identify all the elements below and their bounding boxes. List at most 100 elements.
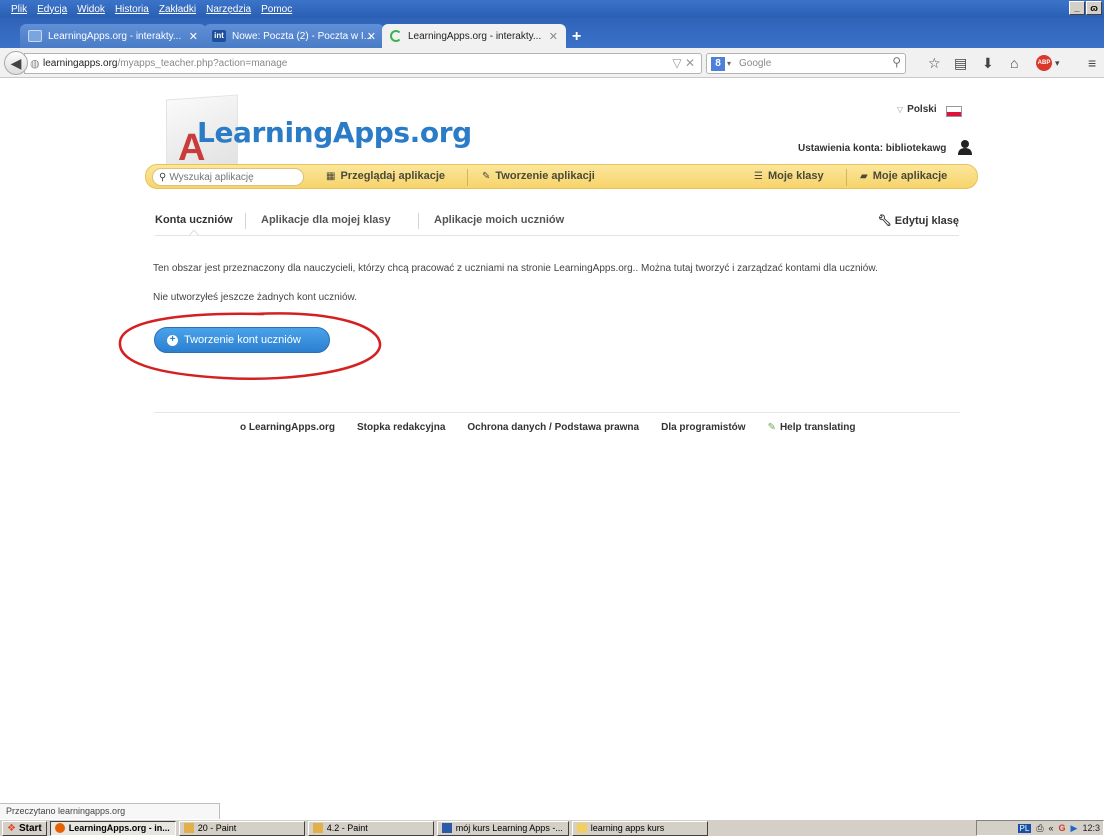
logo-text[interactable]: LearningApps.org — [197, 116, 472, 149]
footer-divider — [154, 412, 960, 413]
edit-class-link[interactable]: 🔧︎ Edytuj klasę — [878, 214, 959, 227]
restore-button[interactable]: ɷ — [1086, 1, 1102, 15]
subtab-student-accounts[interactable]: Konta uczniów — [155, 214, 233, 226]
back-button[interactable]: ◀ — [4, 51, 28, 75]
arrow-tray-icon[interactable]: ▶ — [1071, 823, 1078, 834]
home-icon[interactable]: ⌂ — [1010, 55, 1018, 71]
task-label: 4.2 - Paint — [326, 823, 368, 833]
app-search[interactable]: ⚲ — [152, 168, 304, 186]
footer-imprint-link[interactable]: Stopka redakcyjna — [357, 422, 445, 433]
adblock-icon[interactable]: ABP — [1036, 55, 1052, 71]
menu-history[interactable]: Historia — [110, 4, 154, 15]
taskbar-item-paint-42[interactable]: 4.2 - Paint — [307, 820, 434, 836]
tab-close-icon[interactable]: ✕ — [549, 30, 558, 43]
status-bar: Przeczytano learningapps.org — [0, 803, 220, 819]
back-arrow-icon: ◀ — [10, 55, 22, 71]
menu-list: Plik Edycja Widok Historia Zakładki Narz… — [0, 4, 297, 15]
page-description: Ten obszar jest przeznaczony dla nauczyc… — [153, 263, 878, 274]
loading-spinner-icon — [390, 30, 402, 42]
translate-label: Help translating — [779, 422, 856, 433]
subtab-class-apps[interactable]: Aplikacje dla mojej klasy — [261, 214, 391, 226]
subtab-student-apps[interactable]: Aplikacje moich uczniów — [434, 214, 564, 226]
google-tray-icon[interactable]: G — [1059, 823, 1066, 833]
menu-view[interactable]: Widok — [72, 4, 110, 15]
list-icon: ☰ — [754, 170, 763, 182]
tab-learningapps-active[interactable]: LearningApps.org - interakty... ✕ — [382, 24, 566, 48]
start-label: Start — [18, 822, 42, 834]
minimize-button[interactable]: _ — [1069, 1, 1085, 15]
menu-file[interactable]: Plik — [6, 4, 32, 15]
subtab-pointer-icon — [189, 230, 199, 236]
menu-tools[interactable]: Narzędzia — [201, 4, 256, 15]
main-navigation: ⚲ ▦ Przeglądaj aplikacje ✎ Tworzenie aplik… — [145, 164, 978, 189]
user-icon[interactable] — [957, 139, 973, 155]
adblock-dropdown-icon[interactable]: ▾ — [1055, 58, 1060, 69]
laptop-icon — [28, 30, 42, 42]
nav-label: Moje aplikacje — [872, 170, 948, 182]
search-box[interactable]: 8 ▾ Google ⚲ — [706, 53, 906, 74]
taskbar-item-folder[interactable]: learning apps kurs — [571, 820, 708, 836]
taskbar-item-browser[interactable]: LearningApps.org - in... — [49, 820, 176, 836]
nav-divider — [846, 169, 847, 186]
task-label: mój kurs Learning Apps -... — [455, 823, 563, 833]
tab-close-icon[interactable]: ✕ — [189, 30, 198, 43]
nav-create-app[interactable]: ✎ Tworzenie aplikacji — [482, 170, 595, 182]
system-tray: PL ⎙ « G ▶ 12:3 — [976, 820, 1104, 836]
search-icon[interactable]: ⚲ — [892, 55, 901, 69]
bookmarks-list-icon[interactable]: ▤ — [954, 55, 967, 72]
google-engine-icon[interactable]: 8 — [711, 56, 725, 71]
start-button[interactable]: ❖ Start — [2, 820, 47, 836]
folder-icon — [576, 823, 587, 833]
taskbar-item-paint-20[interactable]: 20 - Paint — [178, 820, 305, 836]
footer-translate-link[interactable]: ✎ Help translating — [768, 422, 856, 433]
task-label: 20 - Paint — [197, 823, 237, 833]
app-search-input[interactable] — [169, 171, 296, 183]
nav-divider — [467, 169, 468, 186]
download-icon[interactable]: ⬇ — [982, 55, 994, 72]
language-indicator[interactable]: PL — [1017, 823, 1032, 833]
int-mail-icon: int — [212, 30, 226, 42]
navigation-bar: ◍ learningapps.org/myapps_teacher.php?ac… — [0, 48, 1104, 78]
chevron-left-icon[interactable]: « — [1049, 823, 1054, 833]
firefox-icon — [54, 823, 65, 833]
window-controls: _ ɷ — [1069, 1, 1102, 15]
printer-icon[interactable]: ⎙ — [1036, 823, 1043, 834]
nav-my-classes[interactable]: ☰ Moje klasy — [754, 170, 824, 182]
url-bar[interactable]: ◍ learningapps.org/myapps_teacher.php?ac… — [24, 53, 702, 74]
menu-help[interactable]: Pomoc — [256, 4, 297, 15]
footer-about-link[interactable]: o LearningApps.org — [240, 422, 335, 433]
menu-edit[interactable]: Edycja — [32, 4, 72, 15]
hamburger-menu-icon[interactable]: ≡ — [1088, 55, 1096, 71]
new-tab-button[interactable]: + — [572, 28, 581, 46]
nav-label: Tworzenie aplikacji — [495, 170, 595, 182]
browser-menubar: Plik Edycja Widok Historia Zakładki Narz… — [0, 0, 1104, 18]
search-placeholder: Google — [739, 58, 772, 69]
engine-dropdown-icon[interactable]: ▾ — [727, 59, 731, 68]
word-document-icon — [441, 823, 452, 833]
menu-bookmarks[interactable]: Zakładki — [154, 4, 201, 15]
polish-flag-icon[interactable] — [946, 106, 962, 117]
url-controls[interactable]: ▽ ✕ — [672, 56, 695, 70]
nav-my-apps[interactable]: ▰ Moje aplikacje — [860, 170, 947, 182]
tab-strip: LearningApps.org - interakty... ✕ int No… — [0, 18, 1104, 48]
nav-label: Przeglądaj aplikacje — [340, 170, 446, 182]
dropdown-triangle-icon: ▽ — [897, 105, 904, 114]
footer-developers-link[interactable]: Dla programistów — [661, 422, 745, 433]
tab-close-icon[interactable]: ✕ — [367, 30, 376, 43]
subtab-divider — [245, 213, 246, 229]
footer-privacy-link[interactable]: Ochrona danych / Podstawa prawna — [467, 422, 639, 433]
subtab-divider — [418, 213, 419, 229]
paint-icon — [312, 823, 323, 833]
taskbar-item-word[interactable]: mój kurs Learning Apps -... — [436, 820, 569, 836]
windows-logo-icon: ❖ — [7, 822, 16, 834]
language-selector[interactable]: ▽ Polski — [897, 104, 937, 115]
footer-links: o LearningApps.org Stopka redakcyjna Och… — [240, 422, 856, 433]
bookmark-star-icon[interactable]: ☆ — [928, 55, 941, 72]
tab-mail[interactable]: int Nowe: Poczta (2) - Poczta w I... ✕ — [204, 24, 384, 48]
account-settings-link[interactable]: Ustawienia konta: bibliotekawg — [798, 143, 946, 154]
edit-icon: ✎ — [482, 170, 491, 182]
url-path: /myapps_teacher.php?action=manage — [117, 58, 288, 69]
nav-browse-apps[interactable]: ▦ Przeglądaj aplikacje — [326, 170, 445, 182]
translate-icon: ✎ — [767, 422, 776, 433]
tab-learningapps-1[interactable]: LearningApps.org - interakty... ✕ — [20, 24, 206, 48]
